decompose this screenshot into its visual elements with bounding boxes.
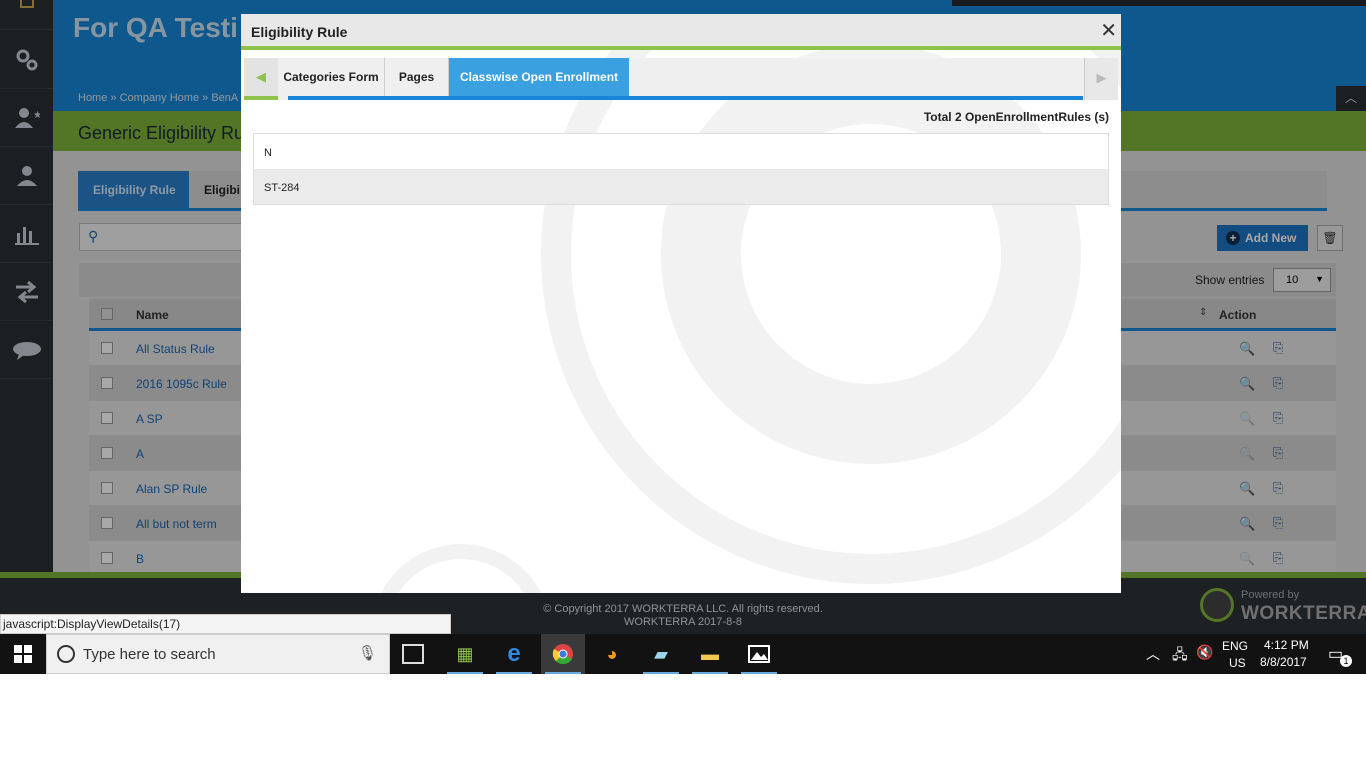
screen: ★ For QA Testi Home » Company Home » Ben… [0,0,1366,674]
clock-time[interactable]: 4:12 PM [1264,638,1309,652]
close-icon[interactable]: ✕ [1100,20,1117,42]
cortana-icon [57,645,75,663]
calculator-icon[interactable]: ▦ [443,634,487,674]
file-explorer-icon[interactable]: ▬ [688,634,732,674]
browser-status-bar: javascript:DisplayViewDetails(17) [0,614,451,634]
region-label[interactable]: US [1229,656,1246,670]
system-tray: ︿ 🖧 🔇 ENG US 4:12 PM 8/8/2017 ▭ 1 [1136,634,1366,674]
clock-date[interactable]: 8/8/2017 [1260,655,1307,669]
open-enrollment-rules-list: N ST-284 [253,133,1109,205]
microphone-icon[interactable]: 🎙 [358,644,377,662]
notification-count-badge: 1 [1340,655,1352,667]
show-hidden-icons-icon[interactable]: ︿ [1146,644,1160,664]
chrome-icon[interactable] [541,634,585,674]
tab-underline [288,96,1083,100]
app-active-indicator [692,672,728,674]
tab-scroll-left-icon[interactable]: ◀ [244,58,278,100]
volume-muted-icon[interactable]: 🔇 [1196,644,1213,661]
tab-categories-form[interactable]: Categories Form [278,58,385,96]
list-item[interactable]: ST-284 [254,169,1108,204]
search-placeholder: Type here to search [83,646,216,663]
tab-classwise-open-enrollment[interactable]: Classwise Open Enrollment [449,58,629,96]
notes-icon[interactable]: ▰ [639,634,683,674]
eligibility-rule-dialog: Eligibility Rule ✕ ◀ Categories Form Pag… [241,14,1121,593]
windows-taskbar: Type here to search 🎙 ▦ e ◕ ▰ ▬ ︿ 🖧 🔇 EN… [0,634,1366,674]
total-count-label: Total 2 OpenEnrollmentRules (s) [923,110,1109,124]
app-active-indicator [545,672,581,674]
watermark [371,544,551,593]
dialog-title: Eligibility Rule [251,24,348,40]
network-icon[interactable]: 🖧 [1172,644,1188,668]
language-label[interactable]: ENG [1222,639,1248,653]
app-active-indicator [643,672,679,674]
photos-icon[interactable] [737,634,781,674]
list-item[interactable]: N [254,134,1108,169]
tab-scroll-right-icon[interactable]: ▶ [1084,58,1118,100]
watermark [661,44,1081,464]
firefox-icon[interactable]: ◕ [590,634,634,674]
app-active-indicator [741,672,777,674]
dialog-header: Eligibility Rule ✕ [241,14,1121,50]
tab-pages[interactable]: Pages [385,58,449,96]
app-active-indicator [496,672,532,674]
edge-icon[interactable]: e [492,634,536,674]
taskbar-search-input[interactable]: Type here to search 🎙 [46,634,390,674]
windows-start-icon[interactable] [0,634,46,674]
dialog-tabs: ◀ Categories Form Pages Classwise Open E… [244,58,1118,100]
app-active-indicator [447,672,483,674]
task-view-icon[interactable] [402,644,424,664]
